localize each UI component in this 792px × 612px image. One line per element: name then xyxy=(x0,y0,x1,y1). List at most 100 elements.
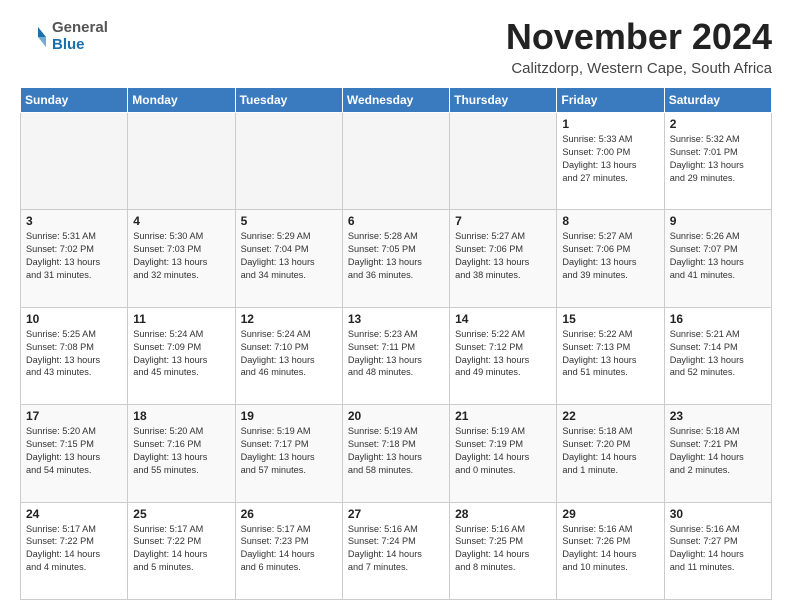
calendar-cell: 16 Sunrise: 5:21 AM Sunset: 7:14 PM Dayli… xyxy=(664,307,771,404)
calendar-cell: 22 Sunrise: 5:18 AM Sunset: 7:20 PM Dayli… xyxy=(557,405,664,502)
calendar-cell: 6Sunrise: 5:28 AM Sunset: 7:05 PM Daylig… xyxy=(342,210,449,307)
day-info: Sunrise: 5:29 AM Sunset: 7:04 PM Dayligh… xyxy=(241,230,337,282)
day-number: 8 xyxy=(562,214,658,228)
day-info: Sunrise: 5:27 AM Sunset: 7:06 PM Dayligh… xyxy=(562,230,658,282)
calendar-cell: 26Sunrise: 5:17 AM Sunset: 7:23 PM Dayli… xyxy=(235,502,342,599)
month-title: November 2024 xyxy=(506,16,772,58)
calendar-cell: 7 Sunrise: 5:27 AM Sunset: 7:06 PM Daylig… xyxy=(450,210,557,307)
calendar-cell: 29Sunrise: 5:16 AM Sunset: 7:26 PM Dayli… xyxy=(557,502,664,599)
day-number: 1 xyxy=(562,117,658,131)
title-block: November 2024 Calitzdorp, Western Cape, … xyxy=(506,16,772,77)
logo: General Blue xyxy=(20,20,108,53)
day-info: Sunrise: 5:17 AM Sunset: 7:23 PM Dayligh… xyxy=(241,523,337,575)
day-number: 10 xyxy=(26,312,122,326)
calendar-cell: 10 Sunrise: 5:25 AM Sunset: 7:08 PM Dayli… xyxy=(21,307,128,404)
day-info: Sunrise: 5:24 AM Sunset: 7:09 PM Dayligh… xyxy=(133,328,229,380)
calendar-cell xyxy=(235,113,342,210)
day-number: 12 xyxy=(241,312,337,326)
calendar-cell xyxy=(342,113,449,210)
day-number: 6 xyxy=(348,214,444,228)
calendar-header-thursday: Thursday xyxy=(450,88,557,113)
day-number: 5 xyxy=(241,214,337,228)
calendar-header-tuesday: Tuesday xyxy=(235,88,342,113)
day-number: 9 xyxy=(670,214,766,228)
day-number: 3 xyxy=(26,214,122,228)
day-info: Sunrise: 5:31 AM Sunset: 7:02 PM Dayligh… xyxy=(26,230,122,282)
calendar-cell: 9 Sunrise: 5:26 AM Sunset: 7:07 PM Daylig… xyxy=(664,210,771,307)
logo-icon xyxy=(20,23,48,51)
calendar-cell: 21 Sunrise: 5:19 AM Sunset: 7:19 PM Dayli… xyxy=(450,405,557,502)
day-info: Sunrise: 5:19 AM Sunset: 7:17 PM Dayligh… xyxy=(241,425,337,477)
calendar-header-wednesday: Wednesday xyxy=(342,88,449,113)
calendar-week-row: 24Sunrise: 5:17 AM Sunset: 7:22 PM Dayli… xyxy=(21,502,772,599)
day-info: Sunrise: 5:20 AM Sunset: 7:16 PM Dayligh… xyxy=(133,425,229,477)
page: General Blue November 2024 Calitzdorp, W… xyxy=(0,0,792,612)
calendar-header-friday: Friday xyxy=(557,88,664,113)
day-number: 17 xyxy=(26,409,122,423)
day-info: Sunrise: 5:33 AM Sunset: 7:00 PM Dayligh… xyxy=(562,133,658,185)
day-number: 23 xyxy=(670,409,766,423)
day-info: Sunrise: 5:25 AM Sunset: 7:08 PM Dayligh… xyxy=(26,328,122,380)
calendar-week-row: 10 Sunrise: 5:25 AM Sunset: 7:08 PM Dayli… xyxy=(21,307,772,404)
day-number: 20 xyxy=(348,409,444,423)
calendar-cell: 2Sunrise: 5:32 AM Sunset: 7:01 PM Daylig… xyxy=(664,113,771,210)
day-number: 21 xyxy=(455,409,551,423)
calendar-week-row: 3 Sunrise: 5:31 AM Sunset: 7:02 PM Daylig… xyxy=(21,210,772,307)
calendar-cell: 20 Sunrise: 5:19 AM Sunset: 7:18 PM Dayli… xyxy=(342,405,449,502)
day-info: Sunrise: 5:22 AM Sunset: 7:13 PM Dayligh… xyxy=(562,328,658,380)
location: Calitzdorp, Western Cape, South Africa xyxy=(506,60,772,77)
day-info: Sunrise: 5:21 AM Sunset: 7:14 PM Dayligh… xyxy=(670,328,766,380)
calendar-cell: 14Sunrise: 5:22 AM Sunset: 7:12 PM Dayli… xyxy=(450,307,557,404)
day-info: Sunrise: 5:16 AM Sunset: 7:25 PM Dayligh… xyxy=(455,523,551,575)
calendar-cell xyxy=(450,113,557,210)
calendar-cell: 3 Sunrise: 5:31 AM Sunset: 7:02 PM Daylig… xyxy=(21,210,128,307)
logo-blue-label: Blue xyxy=(52,37,108,54)
calendar-cell: 25 Sunrise: 5:17 AM Sunset: 7:22 PM Dayli… xyxy=(128,502,235,599)
calendar-header-row: SundayMondayTuesdayWednesdayThursdayFrid… xyxy=(21,88,772,113)
day-info: Sunrise: 5:17 AM Sunset: 7:22 PM Dayligh… xyxy=(133,523,229,575)
calendar-cell: 28 Sunrise: 5:16 AM Sunset: 7:25 PM Dayli… xyxy=(450,502,557,599)
day-number: 27 xyxy=(348,507,444,521)
calendar-cell: 18 Sunrise: 5:20 AM Sunset: 7:16 PM Dayli… xyxy=(128,405,235,502)
calendar-cell: 30 Sunrise: 5:16 AM Sunset: 7:27 PM Dayli… xyxy=(664,502,771,599)
header: General Blue November 2024 Calitzdorp, W… xyxy=(20,16,772,77)
day-number: 15 xyxy=(562,312,658,326)
day-info: Sunrise: 5:18 AM Sunset: 7:20 PM Dayligh… xyxy=(562,425,658,477)
day-number: 22 xyxy=(562,409,658,423)
day-info: Sunrise: 5:16 AM Sunset: 7:27 PM Dayligh… xyxy=(670,523,766,575)
day-info: Sunrise: 5:19 AM Sunset: 7:18 PM Dayligh… xyxy=(348,425,444,477)
day-number: 16 xyxy=(670,312,766,326)
calendar-cell: 27 Sunrise: 5:16 AM Sunset: 7:24 PM Dayli… xyxy=(342,502,449,599)
calendar-header-saturday: Saturday xyxy=(664,88,771,113)
calendar-week-row: 17 Sunrise: 5:20 AM Sunset: 7:15 PM Dayli… xyxy=(21,405,772,502)
day-info: Sunrise: 5:27 AM Sunset: 7:06 PM Dayligh… xyxy=(455,230,551,282)
day-number: 28 xyxy=(455,507,551,521)
day-info: Sunrise: 5:24 AM Sunset: 7:10 PM Dayligh… xyxy=(241,328,337,380)
calendar-cell xyxy=(128,113,235,210)
calendar-cell: 24Sunrise: 5:17 AM Sunset: 7:22 PM Dayli… xyxy=(21,502,128,599)
logo-general-label: General xyxy=(52,20,108,37)
day-number: 25 xyxy=(133,507,229,521)
calendar-cell: 17 Sunrise: 5:20 AM Sunset: 7:15 PM Dayli… xyxy=(21,405,128,502)
day-info: Sunrise: 5:23 AM Sunset: 7:11 PM Dayligh… xyxy=(348,328,444,380)
day-info: Sunrise: 5:26 AM Sunset: 7:07 PM Dayligh… xyxy=(670,230,766,282)
calendar-cell: 4Sunrise: 5:30 AM Sunset: 7:03 PM Daylig… xyxy=(128,210,235,307)
calendar-cell: 8 Sunrise: 5:27 AM Sunset: 7:06 PM Daylig… xyxy=(557,210,664,307)
day-number: 18 xyxy=(133,409,229,423)
logo-text: General Blue xyxy=(52,20,108,53)
calendar-cell: 19 Sunrise: 5:19 AM Sunset: 7:17 PM Dayli… xyxy=(235,405,342,502)
calendar-cell: 13Sunrise: 5:23 AM Sunset: 7:11 PM Dayli… xyxy=(342,307,449,404)
day-info: Sunrise: 5:20 AM Sunset: 7:15 PM Dayligh… xyxy=(26,425,122,477)
calendar-week-row: 1 Sunrise: 5:33 AM Sunset: 7:00 PM Daylig… xyxy=(21,113,772,210)
day-info: Sunrise: 5:18 AM Sunset: 7:21 PM Dayligh… xyxy=(670,425,766,477)
calendar-cell: 12 Sunrise: 5:24 AM Sunset: 7:10 PM Dayli… xyxy=(235,307,342,404)
calendar-cell: 1 Sunrise: 5:33 AM Sunset: 7:00 PM Daylig… xyxy=(557,113,664,210)
day-number: 30 xyxy=(670,507,766,521)
day-info: Sunrise: 5:17 AM Sunset: 7:22 PM Dayligh… xyxy=(26,523,122,575)
calendar-cell xyxy=(21,113,128,210)
day-info: Sunrise: 5:19 AM Sunset: 7:19 PM Dayligh… xyxy=(455,425,551,477)
day-info: Sunrise: 5:16 AM Sunset: 7:24 PM Dayligh… xyxy=(348,523,444,575)
day-number: 29 xyxy=(562,507,658,521)
day-number: 7 xyxy=(455,214,551,228)
day-number: 19 xyxy=(241,409,337,423)
